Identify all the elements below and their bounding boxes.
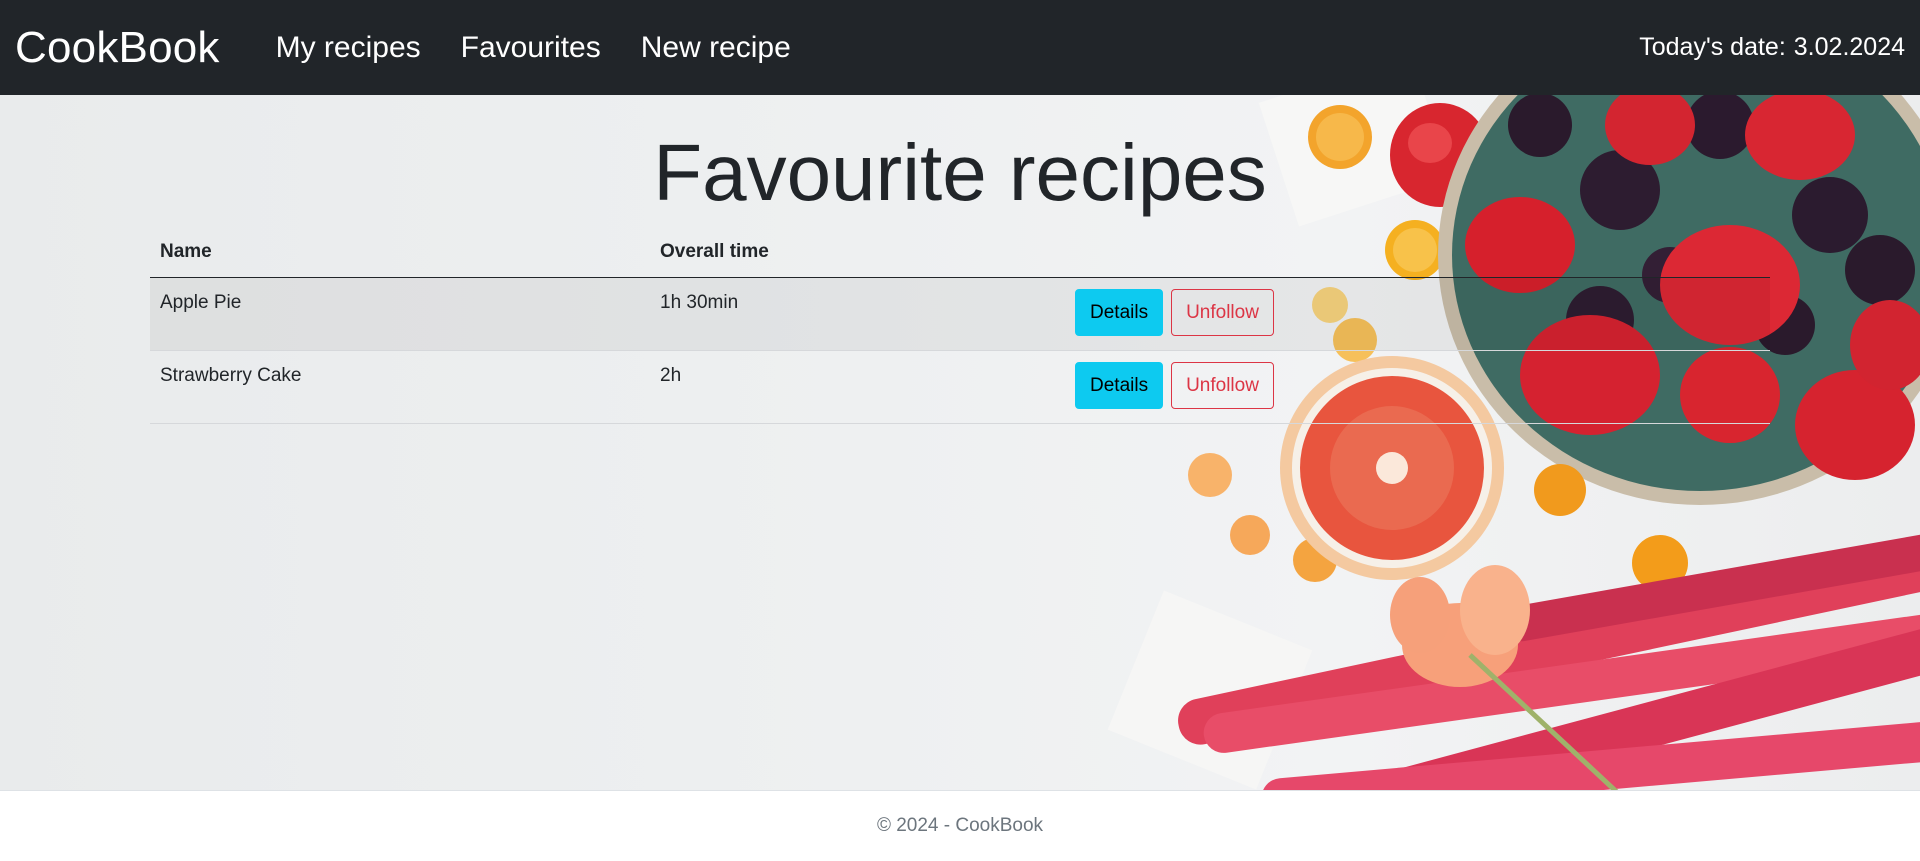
footer: © 2024 - CookBook	[0, 790, 1920, 861]
header-actions	[1065, 227, 1770, 278]
favourites-table: Name Overall time Apple Pie 1h 30min Det…	[150, 227, 1770, 424]
unfollow-button[interactable]: Unfollow	[1171, 362, 1274, 409]
nav-link-my-recipes[interactable]: My recipes	[276, 31, 421, 65]
todays-date: Today's date: 3.02.2024	[1639, 33, 1905, 62]
unfollow-button[interactable]: Unfollow	[1171, 289, 1274, 336]
nav-link-new-recipe[interactable]: New recipe	[641, 31, 791, 65]
row-actions: Details Unfollow	[1065, 277, 1770, 351]
table-row: Apple Pie 1h 30min Details Unfollow	[150, 277, 1770, 351]
nav-link-favourites[interactable]: Favourites	[461, 31, 601, 65]
footer-copyright: © 2024 - CookBook	[876, 815, 1044, 836]
table-header-row: Name Overall time	[150, 227, 1770, 278]
recipe-name: Apple Pie	[150, 277, 650, 351]
navbar: CookBook My recipes Favourites New recip…	[0, 0, 1920, 95]
hero-background: Favourite recipes Name Overall time Appl…	[0, 95, 1920, 790]
header-name: Name	[150, 227, 650, 278]
recipe-name: Strawberry Cake	[150, 350, 650, 424]
recipe-time: 1h 30min	[650, 277, 1065, 351]
header-overall-time: Overall time	[650, 227, 1065, 278]
row-actions: Details Unfollow	[1065, 350, 1770, 424]
date-value: 3.02.2024	[1793, 33, 1905, 61]
details-button[interactable]: Details	[1075, 289, 1164, 336]
date-label: Today's date:	[1639, 33, 1786, 61]
table-row: Strawberry Cake 2h Details Unfollow	[150, 350, 1770, 424]
recipe-time: 2h	[650, 350, 1065, 424]
page-title: Favourite recipes	[653, 128, 1267, 217]
details-button[interactable]: Details	[1075, 362, 1164, 409]
brand-link[interactable]: CookBook	[15, 23, 220, 73]
